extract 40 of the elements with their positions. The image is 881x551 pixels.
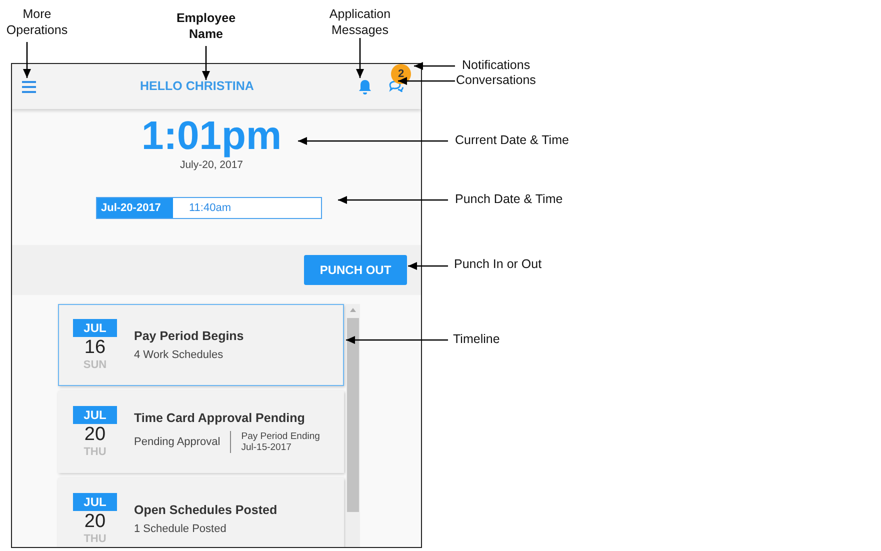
callout-label: Timeline: [453, 332, 500, 346]
month-label: JUL: [73, 319, 117, 337]
event-title: Pay Period Begins: [134, 329, 244, 343]
leader-line: [408, 262, 448, 270]
leader-line: [414, 62, 455, 70]
day-number: 20: [84, 424, 106, 446]
scroll-thumb[interactable]: [347, 318, 359, 512]
event-title: Time Card Approval Pending: [134, 411, 306, 425]
month-label: JUL: [73, 493, 117, 511]
greeting: HELLO CHRISTINA: [140, 79, 254, 93]
leader-line: [23, 42, 31, 78]
leader-line: [202, 46, 210, 80]
event-subtitle: 1 Schedule Posted: [134, 523, 226, 535]
callout-label: Current Date & Time: [455, 133, 569, 147]
month-label: JUL: [73, 406, 117, 424]
callout-label: Notifications: [462, 58, 530, 72]
current-time: 1:01pm: [141, 114, 282, 158]
scrollbar[interactable]: [346, 304, 360, 547]
leader-line: [398, 77, 455, 85]
callout-label: Conversations: [456, 73, 536, 87]
event-note: Pay Period Ending: [241, 431, 320, 442]
chat-icon[interactable]: [388, 80, 404, 93]
leader-line: [356, 38, 364, 78]
event-subtitle: Pending Approval: [134, 436, 220, 448]
callout-label: Application Messages: [328, 6, 392, 38]
punch-date: Jul-20-2017: [97, 198, 173, 218]
punch-time: 11:40am: [188, 201, 231, 216]
menu-icon[interactable]: [22, 80, 36, 92]
event-subtitle: 4 Work Schedules: [134, 349, 224, 361]
current-date: July-20, 2017: [180, 159, 244, 171]
callout-label: More Operations: [5, 6, 69, 38]
event-note: Jul-15-2017: [241, 442, 292, 453]
day-number: 20: [84, 511, 106, 533]
day-number: 16: [84, 337, 106, 359]
callout-label: Punch In or Out: [454, 257, 542, 271]
event-title: Open Schedules Posted: [134, 503, 278, 517]
callout-label: Punch Date & Time: [455, 192, 563, 206]
scroll-up-icon[interactable]: [349, 307, 357, 313]
callout-label: Employee Name: [175, 10, 237, 42]
bell-icon[interactable]: [358, 78, 372, 94]
